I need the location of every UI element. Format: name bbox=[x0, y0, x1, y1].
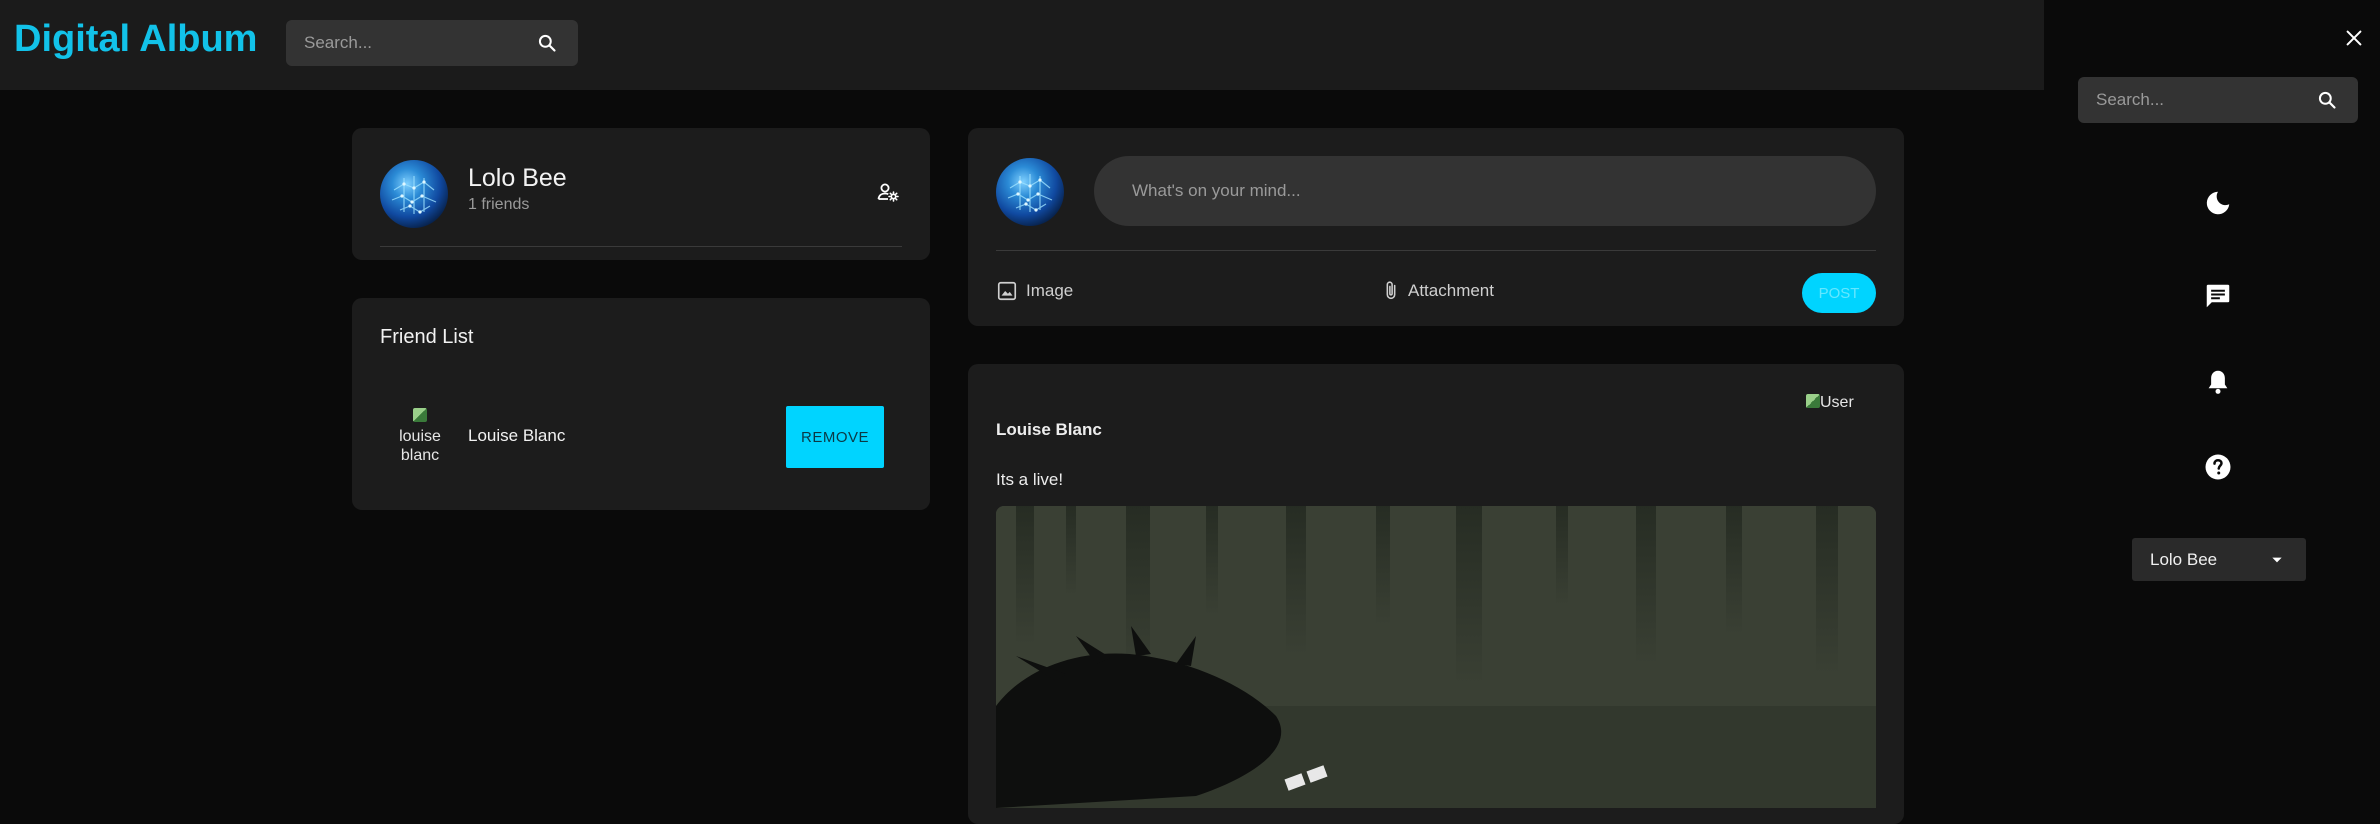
user-menu-select[interactable]: Lolo Bee bbox=[2132, 538, 2306, 581]
composer-card: What's on your mind... Image Attachment … bbox=[968, 128, 1904, 326]
profile-avatar[interactable] bbox=[380, 160, 448, 228]
sidebar-search-input[interactable]: Search... bbox=[2096, 90, 2314, 110]
profile-card: Lolo Bee 1 friends bbox=[352, 128, 930, 260]
notifications-icon[interactable] bbox=[2200, 364, 2236, 400]
image-label: Image bbox=[1026, 281, 1074, 300]
dark-mode-icon[interactable] bbox=[2200, 185, 2236, 221]
composer-placeholder: What's on your mind... bbox=[1132, 181, 1301, 200]
composer-divider bbox=[996, 250, 1876, 251]
broken-image-icon bbox=[413, 408, 427, 422]
image-upload-button[interactable]: Image bbox=[996, 278, 1073, 304]
attachment-icon bbox=[1380, 280, 1402, 302]
manage-accounts-icon[interactable] bbox=[872, 176, 904, 208]
post-image[interactable] bbox=[996, 506, 1876, 808]
profile-divider bbox=[380, 246, 902, 247]
friend-name[interactable]: Louise Blanc bbox=[468, 426, 565, 446]
app-title[interactable]: Digital Album bbox=[14, 18, 257, 61]
attachment-label: Attachment bbox=[1408, 281, 1494, 300]
friend-avatar-broken[interactable]: louise blanc bbox=[396, 408, 444, 462]
search-icon[interactable] bbox=[534, 30, 560, 56]
header-search[interactable]: Search... bbox=[286, 20, 578, 66]
current-user-label: Lolo Bee bbox=[2150, 549, 2218, 569]
post-author[interactable]: Louise Blanc bbox=[996, 420, 1102, 440]
sidebar-search[interactable]: Search... bbox=[2078, 77, 2358, 123]
attachment-button[interactable]: Attachment bbox=[1380, 278, 1494, 304]
chevron-down-icon bbox=[2272, 557, 2282, 562]
header-search-input[interactable]: Search... bbox=[304, 33, 534, 53]
composer-input[interactable]: What's on your mind... bbox=[1094, 156, 1876, 226]
image-icon bbox=[996, 280, 1018, 302]
composer-avatar[interactable] bbox=[996, 158, 1064, 226]
top-bar: Digital Album Search... bbox=[0, 0, 2044, 90]
remove-friend-button[interactable]: REMOVE bbox=[786, 406, 884, 468]
search-icon[interactable] bbox=[2314, 87, 2340, 113]
help-icon[interactable] bbox=[2200, 449, 2236, 485]
post-author-avatar-broken[interactable]: User bbox=[1806, 394, 1858, 416]
profile-friends-count: 1 friends bbox=[468, 196, 530, 213]
close-icon[interactable] bbox=[2336, 20, 2372, 56]
friend-list-card: Friend List louise blanc Louise Blanc RE… bbox=[352, 298, 930, 510]
friend-list-title: Friend List bbox=[380, 326, 474, 348]
post-text: Its a live! bbox=[996, 470, 1064, 489]
profile-name[interactable]: Lolo Bee bbox=[468, 164, 567, 193]
post-button[interactable]: POST bbox=[1802, 273, 1876, 313]
broken-image-icon bbox=[1806, 394, 1820, 408]
chat-icon[interactable] bbox=[2200, 278, 2236, 314]
